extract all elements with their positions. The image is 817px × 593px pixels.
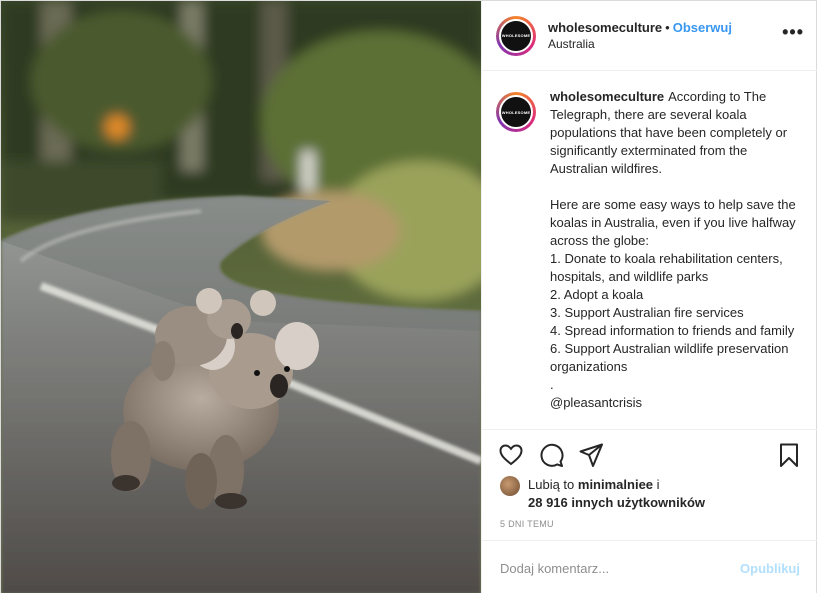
comment-bar: Opublikuj (482, 542, 817, 593)
separator-dot: • (665, 19, 670, 35)
caption-text: wholesomeculture According to The Telegra… (550, 88, 800, 428)
caption-avatar[interactable]: WHOLESOME (496, 92, 536, 132)
post-sidebar: WHOLESOME wholesomeculture • Obserwuj Aust… (481, 1, 817, 593)
comment-input[interactable] (500, 560, 741, 576)
actions-section: Lubią to minimalniee i 28 916 innych uży… (482, 429, 817, 541)
likes-prefix: Lubią to (528, 477, 575, 492)
liker-username[interactable]: minimalniee (578, 477, 653, 492)
avatar-text: WHOLESOME (501, 33, 531, 38)
avatar-image: WHOLESOME (499, 95, 533, 129)
comment-icon[interactable] (538, 442, 564, 468)
avatar-text: WHOLESOME (501, 109, 531, 115)
caption-section: WHOLESOME wholesomeculture According to T… (482, 72, 817, 428)
koala-photo (1, 1, 481, 593)
follow-button[interactable]: Obserwuj (673, 20, 732, 35)
header-text: wholesomeculture • Obserwuj Australia (548, 19, 732, 53)
avatar[interactable]: WHOLESOME (496, 15, 536, 56)
publish-button[interactable]: Opublikuj (740, 561, 800, 576)
caption-username[interactable]: wholesomeculture (550, 89, 664, 104)
share-icon[interactable] (578, 442, 604, 468)
liker-avatar[interactable] (500, 476, 520, 496)
location-link[interactable]: Australia (548, 36, 732, 53)
post-photo[interactable] (1, 1, 481, 593)
avatar-image: WHOLESOME (499, 18, 533, 53)
action-icons (498, 442, 604, 468)
post-dialog: WHOLESOME wholesomeculture • Obserwuj Aust… (0, 0, 817, 593)
heart-icon[interactable] (498, 442, 524, 468)
bookmark-icon[interactable] (776, 442, 802, 468)
likes-count-link[interactable]: 28 916 innych użytkowników (528, 495, 705, 510)
likes-summary: Lubią to minimalniee i 28 916 innych uży… (500, 476, 705, 512)
likes-conj: i (656, 477, 660, 492)
username-link[interactable]: wholesomeculture (548, 20, 662, 35)
more-icon[interactable]: ••• (782, 23, 804, 41)
caption-body: According to The Telegraph, there are se… (550, 89, 796, 410)
post-timestamp[interactable]: 5 DNI TEMU (500, 519, 554, 529)
post-header: WHOLESOME wholesomeculture • Obserwuj Aust… (482, 1, 817, 71)
